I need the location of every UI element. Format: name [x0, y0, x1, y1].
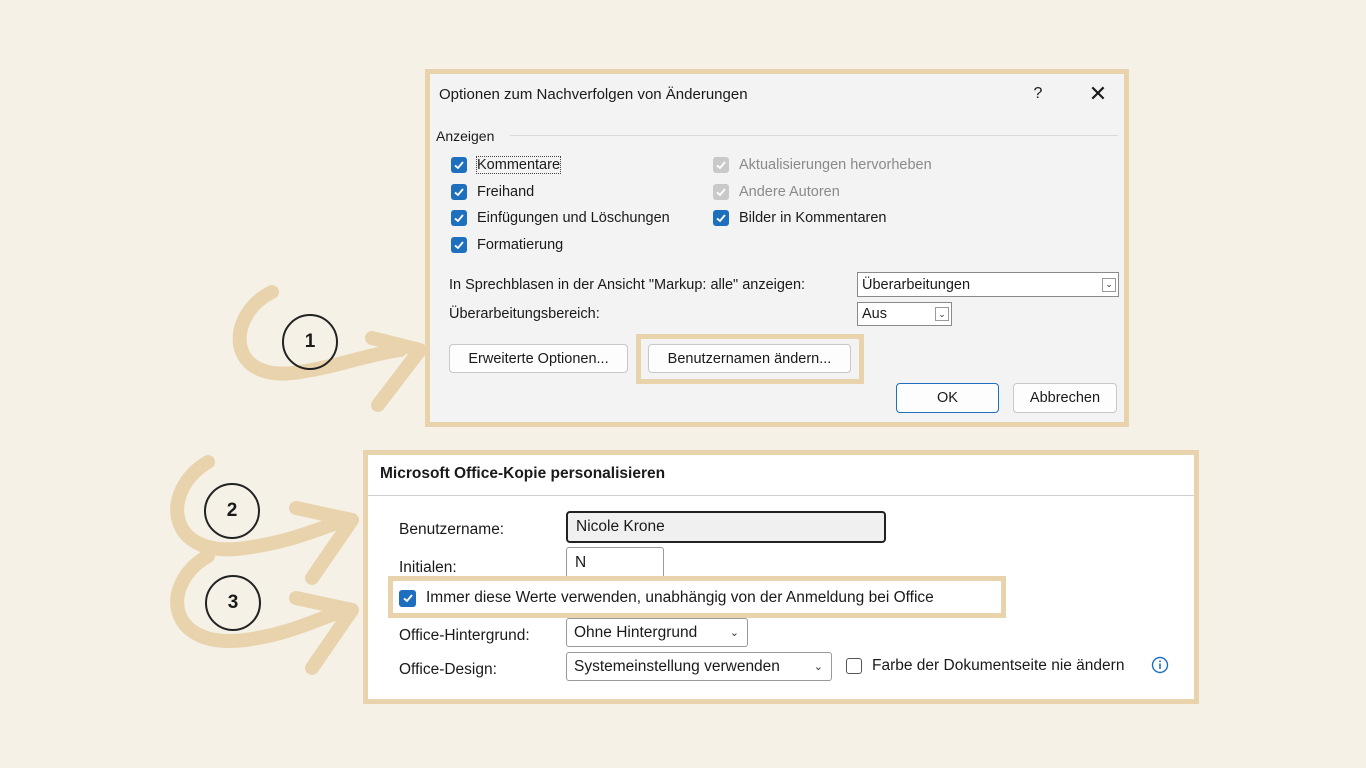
step-2-marker: 2 [204, 483, 260, 539]
arrow-2-head [289, 501, 359, 585]
checkbox-checked-icon [451, 184, 467, 200]
balloons-select[interactable]: Überarbeitungen ⌄ [857, 272, 1119, 297]
pane-select-value: Aus [862, 306, 887, 322]
checkbox-label: Formatierung [477, 237, 564, 253]
cancel-button[interactable]: Abbrechen [1013, 383, 1117, 413]
step-1-marker: 1 [282, 314, 338, 370]
initials-value: N [575, 554, 587, 571]
checkbox-label: Einfügungen und Löschungen [477, 210, 670, 226]
balloons-label: In Sprechblasen in der Ansicht "Markup: … [449, 277, 806, 293]
checkbox-unchecked-icon [846, 658, 862, 674]
background-select[interactable]: Ohne Hintergrund ⌄ [566, 618, 748, 647]
checkbox-kommentare[interactable]: Kommentare [451, 156, 562, 174]
background-label: Office-Hintergrund: [399, 627, 530, 644]
section-title: Microsoft Office-Kopie personalisieren [380, 465, 666, 482]
checkbox-label: Immer diese Werte verwenden, unabhängig … [426, 589, 934, 606]
username-input[interactable]: Nicole Krone [566, 511, 886, 543]
checkbox-checked-icon [713, 210, 729, 226]
close-icon[interactable]: ✕ [1084, 80, 1112, 108]
group-divider [510, 135, 1118, 136]
chevron-down-icon: ⌄ [935, 307, 949, 321]
checkbox-freihand[interactable]: Freihand [451, 184, 534, 200]
section-divider [368, 495, 1194, 496]
username-label: Benutzername: [399, 521, 505, 538]
checkbox-label: Kommentare [475, 156, 562, 174]
checkbox-einfuegungen-loeschungen[interactable]: Einfügungen und Löschungen [451, 210, 670, 226]
pane-label: Überarbeitungsbereich: [449, 306, 600, 322]
design-select-value: Systemeinstellung verwenden [574, 657, 780, 675]
username-value: Nicole Krone [576, 518, 665, 535]
background-select-value: Ohne Hintergrund [574, 623, 698, 641]
checkbox-label: Freihand [477, 184, 535, 200]
help-button[interactable]: ? [1026, 82, 1050, 106]
group-label-anzeigen: Anzeigen [436, 128, 495, 144]
checkbox-bilder-in-kommentaren[interactable]: Bilder in Kommentaren [713, 210, 887, 226]
checkbox-aktualisierungen-hervorheben[interactable]: Aktualisierungen hervorheben [713, 157, 932, 173]
step-3-marker: 3 [205, 575, 261, 631]
chevron-down-icon: ⌄ [813, 660, 823, 673]
checkbox-always-use-values[interactable]: Immer diese Werte verwenden, unabhängig … [399, 589, 934, 607]
checkbox-label: Andere Autoren [739, 184, 840, 200]
ok-button[interactable]: OK [896, 383, 999, 413]
personalize-office-section: Microsoft Office-Kopie personalisieren B… [363, 450, 1199, 704]
initials-label: Initialen: [399, 559, 457, 576]
chevron-down-icon: ⌄ [1102, 277, 1116, 292]
checkbox-checked-icon [451, 157, 467, 173]
arrow-3-head [289, 591, 359, 675]
checkbox-label: Farbe der Dokumentseite nie ändern [872, 657, 1125, 674]
info-icon[interactable] [1151, 656, 1169, 674]
checkbox-checked-icon [451, 210, 467, 226]
initials-input[interactable]: N [566, 547, 664, 579]
dialog-title: Optionen zum Nachverfolgen von Änderunge… [439, 86, 748, 103]
advanced-options-button[interactable]: Erweiterte Optionen... [449, 344, 628, 373]
checkbox-formatierung[interactable]: Formatierung [451, 237, 563, 253]
checkbox-checked-icon [451, 237, 467, 253]
checkbox-label: Bilder in Kommentaren [739, 210, 887, 226]
checkbox-checked-icon [399, 589, 416, 607]
pane-select[interactable]: Aus ⌄ [857, 302, 952, 326]
checkbox-checked-icon [713, 157, 729, 173]
checkbox-checked-icon [713, 184, 729, 200]
track-changes-options-dialog: Optionen zum Nachverfolgen von Änderunge… [425, 69, 1129, 427]
design-select[interactable]: Systemeinstellung verwenden ⌄ [566, 652, 832, 681]
checkbox-andere-autoren[interactable]: Andere Autoren [713, 184, 840, 200]
checkbox-label: Aktualisierungen hervorheben [739, 157, 932, 173]
balloons-select-value: Überarbeitungen [862, 276, 971, 293]
checkbox-page-color[interactable]: Farbe der Dokumentseite nie ändern [846, 657, 1124, 675]
change-username-button[interactable]: Benutzernamen ändern... [648, 344, 851, 373]
design-label: Office-Design: [399, 661, 497, 678]
chevron-down-icon: ⌄ [729, 626, 739, 639]
